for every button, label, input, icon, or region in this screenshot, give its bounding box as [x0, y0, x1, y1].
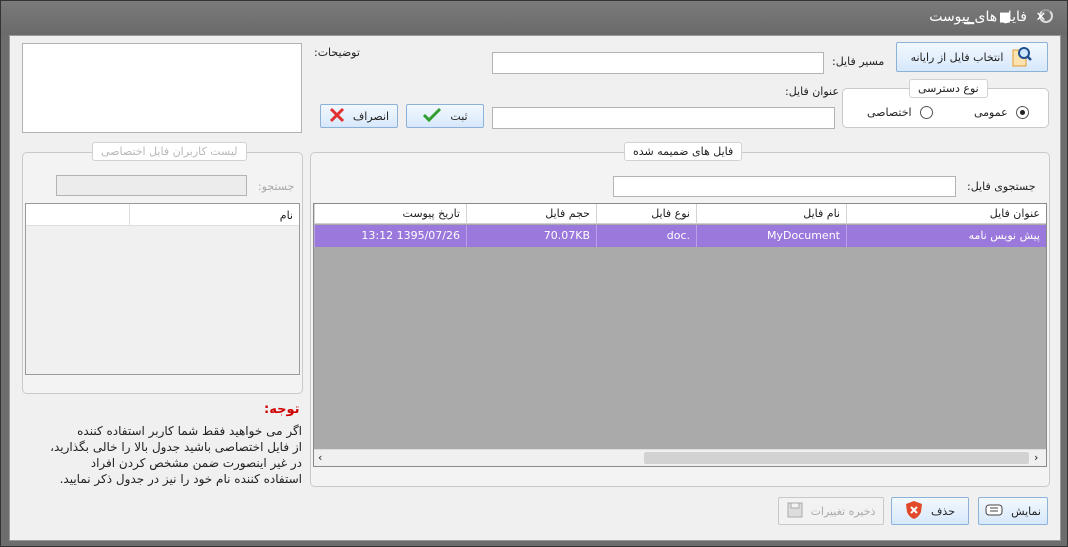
column-header-file-title[interactable]: عنوان فایل: [846, 204, 1046, 224]
private-users-search-label: جستجو:: [258, 180, 295, 193]
save-label: ثبت: [450, 109, 468, 123]
client-area: توضیحات: انتخاب فایل از رایانه مسیر فایل…: [9, 35, 1061, 541]
column-header-file-size[interactable]: حجم فایل: [466, 204, 596, 224]
description-field[interactable]: [22, 43, 302, 133]
select-from-computer-button[interactable]: انتخاب فایل از رایانه: [896, 42, 1048, 72]
access-public-radio[interactable]: [1016, 106, 1029, 119]
access-private-radio[interactable]: [920, 106, 933, 119]
note-line-1: اگر می خواهید فقط شما کاربر استفاده کنند…: [77, 424, 302, 438]
view-card-icon: [985, 504, 1003, 519]
access-public-label[interactable]: عمومی: [974, 106, 1008, 119]
cell-file-size: 70.07KB: [466, 225, 596, 247]
note-line-4: استفاده کننده نام خود را نیز در جدول ذکر…: [59, 472, 302, 486]
column-header-name[interactable]: نام: [280, 209, 293, 222]
minimize-button[interactable]: ▁: [961, 11, 977, 25]
private-users-grid-header: نام: [26, 204, 299, 226]
access-private-label[interactable]: اختصاصی: [867, 106, 912, 119]
file-path-label: مسیر فایل:: [832, 55, 885, 68]
file-path-input[interactable]: [492, 52, 824, 74]
column-header-attach-date[interactable]: تاریخ پیوست: [314, 204, 466, 224]
show-button[interactable]: نمایش: [978, 497, 1048, 525]
private-users-grid[interactable]: نام: [25, 203, 300, 375]
cancel-button[interactable]: انصراف: [320, 104, 398, 128]
file-search-input[interactable]: [613, 176, 956, 197]
checkmark-icon: [422, 107, 442, 126]
attached-files-grid-header: عنوان فایل نام فایل نوع فایل حجم فایل تا…: [314, 204, 1046, 224]
private-users-search-input[interactable]: [56, 175, 247, 196]
delete-shield-icon: [905, 500, 923, 523]
maximize-button[interactable]: ■: [997, 11, 1013, 25]
save-button[interactable]: ثبت: [406, 104, 484, 128]
table-row[interactable]: پیش نویس نامه MyDocument .doc 70.07KB 13…: [314, 225, 1046, 247]
attached-files-caption: فایل های ضمیمه شده: [624, 142, 743, 161]
cancel-label: انصراف: [352, 109, 390, 123]
note-line-2: از فایل اختصاصی باشید جدول بالا را خالی …: [50, 440, 302, 454]
access-type-caption: نوع دسترسی: [909, 79, 988, 98]
attachments-window: فایل های پیوست ▁ ■ ✕ توضیحات: انتخاب فای…: [0, 0, 1068, 547]
cell-file-name: MyDocument: [696, 225, 846, 247]
cell-file-type: .doc: [596, 225, 696, 247]
column-header-file-type[interactable]: نوع فایل: [596, 204, 696, 224]
delete-label: حذف: [931, 504, 955, 518]
scrollbar-thumb[interactable]: [644, 452, 1029, 464]
red-x-icon: [329, 107, 345, 126]
save-changes-label: ذخیره تغییرات: [810, 504, 876, 518]
floppy-disk-icon: [787, 502, 803, 521]
note-line-3: در غیر اینصورت ضمن مشخص کردن افراد: [90, 456, 302, 470]
note-title: توجه:: [264, 402, 300, 417]
magnifier-file-icon: [1011, 45, 1033, 70]
cell-attach-date: 1395/07/26 13:12: [314, 225, 466, 247]
attached-files-grid[interactable]: عنوان فایل نام فایل نوع فایل حجم فایل تا…: [313, 203, 1047, 467]
private-users-caption: لیست کاربران فایل اختصاصی: [92, 142, 247, 161]
description-label: توضیحات:: [314, 46, 360, 59]
title-bar: فایل های پیوست ▁ ■ ✕: [1, 1, 1067, 35]
file-title-label: عنوان فایل:: [785, 85, 839, 98]
close-button[interactable]: ✕: [1033, 11, 1049, 25]
file-search-label: جستجوی فایل:: [967, 180, 1036, 193]
cell-file-title: پیش نویس نامه: [846, 225, 1046, 247]
save-changes-button[interactable]: ذخیره تغییرات: [778, 497, 884, 525]
horizontal-scrollbar[interactable]: ‹ ›: [314, 449, 1046, 466]
file-title-input[interactable]: [492, 107, 835, 129]
column-header-file-name[interactable]: نام فایل: [696, 204, 846, 224]
delete-button[interactable]: حذف: [891, 497, 969, 525]
show-label: نمایش: [1011, 504, 1041, 518]
scroll-right-arrow-icon[interactable]: ›: [1034, 451, 1038, 464]
select-from-computer-label: انتخاب فایل از رایانه: [910, 50, 1004, 64]
grid-empty-column: [26, 204, 130, 226]
scroll-left-arrow-icon[interactable]: ‹: [318, 451, 322, 464]
